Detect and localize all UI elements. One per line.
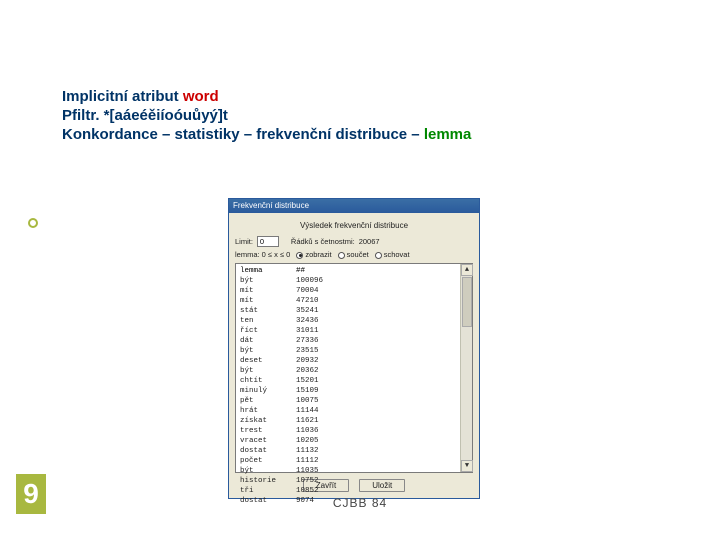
radio-schovat[interactable]: schovat bbox=[375, 250, 410, 259]
list-item[interactable]: být20362 bbox=[240, 366, 472, 376]
heading-filter: Pfiltr. *[aáeéěiíoóuůyý]t bbox=[62, 107, 662, 126]
list-item[interactable]: trest11036 bbox=[240, 426, 472, 436]
heading-part1: Implicitní atribut bbox=[62, 88, 183, 105]
list-item[interactable]: říct31011 bbox=[240, 326, 472, 336]
list-item[interactable]: dát27336 bbox=[240, 336, 472, 346]
radio-soucet[interactable]: součet bbox=[338, 250, 369, 259]
heading-word: word bbox=[183, 88, 219, 105]
hint-label: Řádků s četnostmi: bbox=[291, 237, 355, 246]
list-item[interactable]: pět10075 bbox=[240, 396, 472, 406]
limit-label: Limit: bbox=[235, 237, 253, 246]
list-item[interactable]: být100096 bbox=[240, 276, 472, 286]
scrollbar[interactable]: ▲ ▼ bbox=[460, 264, 472, 472]
dialog-titlebar: Frekvenční distribuce bbox=[229, 199, 479, 213]
heading-lemma: lemma bbox=[424, 126, 472, 143]
list-item[interactable]: minulý15109 bbox=[240, 386, 472, 396]
results-listbox[interactable]: lemma ## být100096mít70004mít47210stát35… bbox=[235, 263, 473, 473]
list-item[interactable]: chtít15201 bbox=[240, 376, 472, 386]
list-item[interactable]: stát35241 bbox=[240, 306, 472, 316]
scroll-down-icon[interactable]: ▼ bbox=[461, 460, 473, 472]
list-item[interactable]: počet11112 bbox=[240, 456, 472, 466]
list-item[interactable]: historie10752 bbox=[240, 476, 472, 486]
list-item[interactable]: tři10852 bbox=[240, 486, 472, 496]
hint-value: 20067 bbox=[359, 237, 380, 246]
list-item[interactable]: získat11621 bbox=[240, 416, 472, 426]
radio-zobrazit[interactable]: zobrazit bbox=[296, 250, 331, 259]
list-item[interactable]: hrát11144 bbox=[240, 406, 472, 416]
slide-heading: Implicitní atribut word Pfiltr. *[aáeéěi… bbox=[62, 88, 662, 144]
range-label: lemma: 0 ≤ x ≤ 0 bbox=[235, 250, 290, 259]
list-item[interactable]: vracet10205 bbox=[240, 436, 472, 446]
heading-path: Konkordance – statistiky – frekvenční di… bbox=[62, 126, 424, 143]
scroll-thumb[interactable] bbox=[462, 277, 472, 327]
list-item[interactable]: mít47210 bbox=[240, 296, 472, 306]
list-item[interactable]: mít70004 bbox=[240, 286, 472, 296]
list-item[interactable]: dostat11132 bbox=[240, 446, 472, 456]
scroll-up-icon[interactable]: ▲ bbox=[461, 264, 473, 276]
list-header: lemma ## bbox=[240, 266, 472, 276]
list-item[interactable]: ten32436 bbox=[240, 316, 472, 326]
limit-input[interactable] bbox=[257, 236, 279, 247]
list-item[interactable]: být11035 bbox=[240, 466, 472, 476]
dialog-caption: Výsledek frekvenční distribuce bbox=[235, 221, 473, 230]
footer-text: CJBB 84 bbox=[0, 496, 720, 510]
frequency-dialog: Frekvenční distribuce Výsledek frekvenčn… bbox=[228, 198, 480, 499]
list-item[interactable]: deset20932 bbox=[240, 356, 472, 366]
bullet-icon bbox=[28, 218, 38, 228]
list-item[interactable]: být23515 bbox=[240, 346, 472, 356]
